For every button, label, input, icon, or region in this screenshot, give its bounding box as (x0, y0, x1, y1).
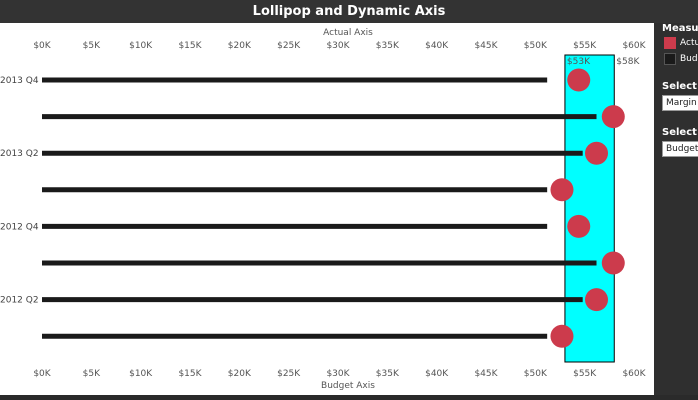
actual-dot (585, 288, 609, 312)
top-tick-label: $20K (228, 41, 252, 51)
bottom-tick-label: $0K (33, 369, 51, 379)
band-end-label: $58K (616, 57, 640, 67)
top-tick-label: $0K (33, 41, 51, 51)
select-b-title: Select B (662, 127, 698, 138)
top-tick-label: $25K (277, 41, 301, 51)
top-tick-label: $45K (474, 41, 498, 51)
bottom-tick-label: $60K (622, 369, 646, 379)
bottom-tick-label: $20K (228, 369, 252, 379)
chart-title: Lollipop and Dynamic Axis (0, 0, 698, 23)
bottom-axis-title: Budget Axis (321, 381, 375, 391)
legend-swatch-actual[interactable] (664, 37, 676, 49)
bottom-tick-label: $15K (178, 369, 202, 379)
bottom-tick-label: $25K (277, 369, 301, 379)
legend-title: Measure (662, 23, 698, 34)
row-label: 2013 Q2 (0, 149, 39, 159)
bottom-tick-label: $10K (129, 369, 153, 379)
bottom-tick-label: $55K (573, 369, 597, 379)
legend-label-actual: Actual (680, 38, 698, 48)
band-start-label: $53K (567, 57, 591, 67)
top-tick-label: $5K (83, 41, 101, 51)
top-tick-label: $35K (376, 41, 400, 51)
chart-area: $53K $58K Actual Axis Budget Axis $0K $0K $5K $… (0, 23, 654, 395)
top-tick-label: $30K (326, 41, 350, 51)
top-axis-title: Actual Axis (323, 28, 373, 38)
actual-dot (601, 251, 625, 275)
legend-swatch-budget[interactable] (664, 53, 676, 65)
row-label: 2013 Q4 (0, 76, 39, 86)
row-label: 2012 Q2 (0, 296, 39, 306)
actual-dot (585, 141, 609, 165)
select-a-title: Select A (662, 81, 698, 92)
actual-dot (567, 68, 591, 92)
bottom-tick-label: $40K (425, 369, 449, 379)
top-tick-label: $40K (425, 41, 449, 51)
actual-dot (601, 105, 625, 129)
top-tick-label: $50K (524, 41, 548, 51)
top-tick-label: $60K (622, 41, 646, 51)
legend-label-budget: Budget (680, 54, 698, 64)
select-b-dropdown[interactable]: Budget F (662, 141, 698, 157)
bottom-tick-label: $35K (376, 369, 400, 379)
top-tick-label: $15K (178, 41, 202, 51)
bottom-tick-label: $30K (326, 369, 350, 379)
bottom-tick-label: $5K (83, 369, 101, 379)
select-a-dropdown[interactable]: Margin (662, 95, 698, 111)
right-panel: Measure Actual Budget Select A Margin Se… (654, 23, 698, 400)
top-tick-label: $55K (573, 41, 597, 51)
actual-dot (550, 324, 574, 348)
actual-dot (567, 214, 591, 238)
row-label: 2012 Q4 (0, 222, 39, 232)
bottom-tick-label: $50K (524, 369, 548, 379)
lollipop-chart: $53K $58K Actual Axis Budget Axis $0K $0K $5K $… (0, 28, 647, 391)
actual-dot (550, 178, 574, 202)
bottom-strip (0, 395, 698, 400)
top-tick-label: $10K (129, 41, 153, 51)
bottom-tick-label: $45K (474, 369, 498, 379)
highlight-band (564, 54, 615, 363)
